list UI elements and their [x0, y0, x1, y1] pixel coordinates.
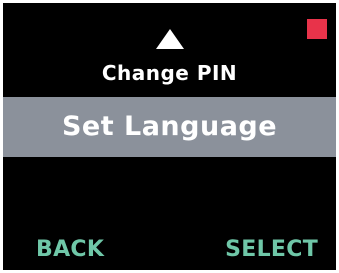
device-screen: Change PIN Set Language BACK SELECT: [3, 3, 336, 270]
menu-item-change-pin[interactable]: Change PIN: [3, 61, 336, 85]
select-button[interactable]: SELECT: [225, 237, 318, 262]
status-indicator-icon: [307, 19, 327, 39]
menu-item-selected-bar[interactable]: Set Language: [3, 97, 336, 157]
back-button[interactable]: BACK: [36, 237, 104, 262]
scroll-up-arrow-icon[interactable]: [156, 29, 184, 49]
menu-item-set-language: Set Language: [61, 111, 278, 142]
